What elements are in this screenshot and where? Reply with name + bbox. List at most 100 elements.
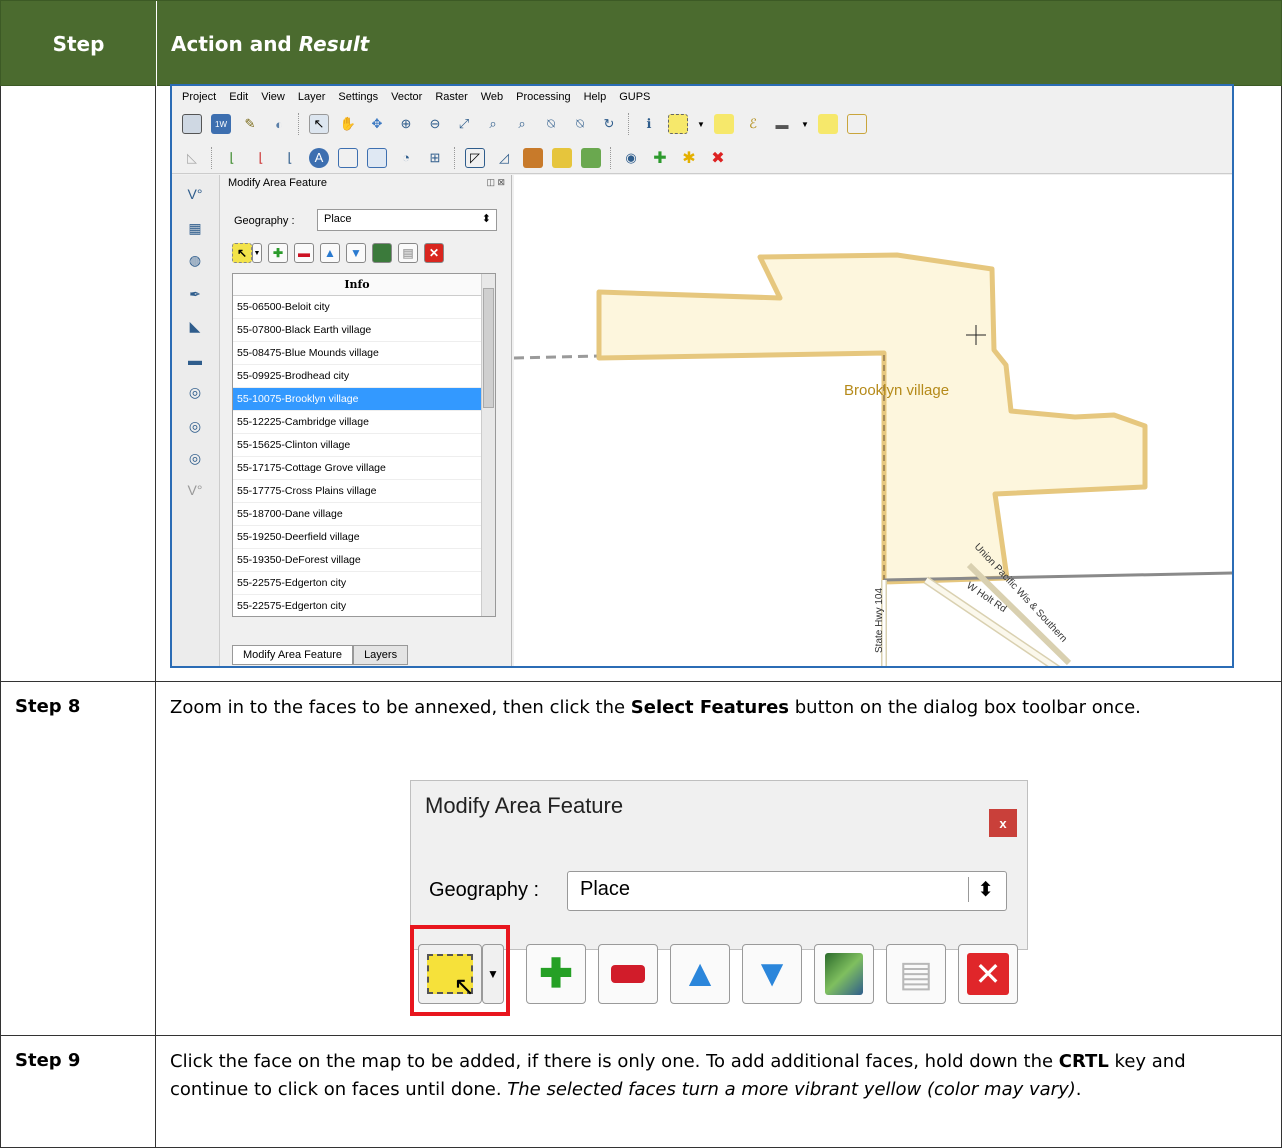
new-map-icon[interactable]: 1W [211, 114, 231, 134]
list-item[interactable]: 55-07800-Black Earth village [233, 319, 481, 342]
list-item[interactable]: 55-12225-Cambridge village [233, 411, 481, 434]
new-annotation-icon[interactable] [818, 114, 838, 134]
expression-select-icon[interactable]: ℰ [743, 114, 763, 134]
attribute-icon[interactable] [367, 147, 387, 168]
remove-layer-icon[interactable]: ⌊ [251, 148, 271, 168]
identify-icon[interactable]: ◐ [269, 114, 289, 134]
close-red-button[interactable]: ✕ [958, 944, 1018, 1004]
remove-button[interactable]: ▬ [294, 243, 314, 263]
reshape-icon[interactable]: ◔ [396, 148, 416, 168]
zoom-map-button[interactable] [814, 944, 874, 1004]
edit-pencil-icon[interactable]: ✎ [240, 114, 260, 134]
close-red-button[interactable]: ✕ [424, 243, 444, 263]
layer-link-icon[interactable]: ⌊ [280, 148, 300, 168]
move-up-button[interactable]: ▲ [320, 243, 340, 263]
list-scrollbar[interactable] [481, 274, 495, 616]
list-item[interactable]: 55-22575-Edgerton city [233, 572, 481, 595]
list-item[interactable]: 55-18700-Dane village [233, 503, 481, 526]
add-layer-icon[interactable]: ⌊ [222, 148, 242, 168]
menu-view[interactable]: View [261, 91, 285, 103]
zoom-selection-icon[interactable]: ⌕ [483, 114, 503, 134]
pointer-icon[interactable]: ↖ [309, 114, 329, 134]
add-raster-icon[interactable]: ▦ [184, 217, 206, 239]
split-icon[interactable]: ⊞ [425, 148, 445, 168]
export-yellow-icon[interactable] [552, 147, 572, 168]
add-button[interactable]: ✚ [526, 944, 586, 1004]
zoom-full-icon[interactable]: ⤢ [454, 114, 474, 134]
table-button[interactable]: ▤ [886, 944, 946, 1004]
zoom-last-icon[interactable]: ⍉ [541, 114, 561, 134]
panel-window-buttons[interactable]: ◫ ⊠ [486, 177, 505, 188]
zoom-layer-icon[interactable]: ⌕ [512, 114, 532, 134]
scroll-thumb[interactable] [483, 288, 494, 408]
list-item[interactable]: 55-06500-Beloit city [233, 296, 481, 319]
text-annotation-icon[interactable] [847, 114, 867, 134]
select-features-icon[interactable] [668, 114, 688, 134]
tab-layers[interactable]: Layers [353, 645, 409, 665]
zoom-out-icon[interactable]: ⊖ [425, 114, 445, 134]
menu-raster[interactable]: Raster [435, 91, 467, 103]
add-postgis-icon[interactable]: ◍ [184, 249, 206, 271]
polygon-icon[interactable]: ◿ [494, 148, 514, 168]
add-wms-icon[interactable]: ◎ [184, 381, 206, 403]
menu-project[interactable]: Project [182, 91, 216, 103]
add-delimited-icon[interactable]: V° [184, 479, 206, 501]
add-vector-icon[interactable]: V° [184, 183, 206, 205]
measure-icon[interactable]: ▬ [772, 114, 792, 134]
list-item[interactable]: 55-17175-Cottage Grove village [233, 457, 481, 480]
zoom-in-icon[interactable]: ⊕ [396, 114, 416, 134]
add-wcs-icon[interactable]: ◎ [184, 415, 206, 437]
export-icon[interactable] [523, 147, 543, 168]
table-icon[interactable] [338, 147, 358, 168]
menu-processing[interactable]: Processing [516, 91, 570, 103]
select-dropdown-icon[interactable]: ▼ [252, 243, 262, 263]
list-item[interactable]: 55-08475-Blue Mounds village [233, 342, 481, 365]
export-green-icon[interactable] [581, 147, 601, 168]
move-up-button[interactable]: ▲ [670, 944, 730, 1004]
menu-help[interactable]: Help [584, 91, 607, 103]
geography-select[interactable]: Place ⬍ [317, 209, 497, 231]
list-item[interactable]: 55-17775-Cross Plains village [233, 480, 481, 503]
add-wfs-icon[interactable]: ◎ [184, 447, 206, 469]
move-down-button[interactable]: ▼ [742, 944, 802, 1004]
dropdown-arrow-icon[interactable]: ▼ [801, 114, 809, 134]
search-layer-icon[interactable]: A [309, 147, 329, 168]
list-item[interactable]: 55-15625-Clinton village [233, 434, 481, 457]
map-canvas[interactable]: Brooklyn village State Hwy 104 W Holt Rd… [513, 175, 1232, 666]
menu-edit[interactable]: Edit [229, 91, 248, 103]
refresh-icon[interactable]: ↻ [599, 114, 619, 134]
menu-vector[interactable]: Vector [391, 91, 422, 103]
save-icon[interactable] [182, 114, 202, 134]
list-item-selected[interactable]: 55-10075-Brooklyn village [233, 388, 481, 411]
list-item[interactable]: 55-22575-Edgerton city [233, 595, 481, 616]
menu-layer[interactable]: Layer [298, 91, 326, 103]
add-point-icon[interactable]: ✚ [650, 148, 670, 168]
zoom-next-icon[interactable]: ⍉ [570, 114, 590, 134]
list-item[interactable]: 55-19350-DeForest village [233, 549, 481, 572]
dialog-close-button[interactable]: x [989, 809, 1017, 837]
digitize-icon[interactable]: ◺ [182, 148, 202, 168]
add-mssql-icon[interactable]: ◣ [184, 315, 206, 337]
dialog-geography-select[interactable]: Place ⬍ [567, 871, 1007, 911]
menu-gups[interactable]: GUPS [619, 91, 650, 103]
list-item[interactable]: 55-19250-Deerfield village [233, 526, 481, 549]
map-zoom-button[interactable] [372, 243, 392, 263]
add-spatialite-icon[interactable]: ✒ [184, 283, 206, 305]
pan-hand-icon[interactable]: ✋ [338, 114, 358, 134]
tab-modify-area-feature[interactable]: Modify Area Feature [232, 645, 354, 665]
edit-feature-icon[interactable]: ◸ [465, 147, 485, 168]
move-down-button[interactable]: ▼ [346, 243, 366, 263]
menu-web[interactable]: Web [481, 91, 503, 103]
add-db2-icon[interactable]: ▬ [184, 349, 206, 371]
pan-to-selection-icon[interactable]: ✥ [367, 114, 387, 134]
list-item[interactable]: 55-09925-Brodhead city [233, 365, 481, 388]
table-button[interactable]: ▤ [398, 243, 418, 263]
select-features-button[interactable]: ↖ [232, 243, 252, 263]
menu-settings[interactable]: Settings [338, 91, 378, 103]
add-button[interactable]: ✚ [268, 243, 288, 263]
deselect-icon[interactable] [714, 114, 734, 134]
identify-features-icon[interactable]: ℹ [639, 114, 659, 134]
delete-point-icon[interactable]: ✖ [708, 148, 728, 168]
dropdown-arrow-icon[interactable]: ▼ [697, 114, 705, 134]
star-point-icon[interactable]: ✱ [679, 148, 699, 168]
